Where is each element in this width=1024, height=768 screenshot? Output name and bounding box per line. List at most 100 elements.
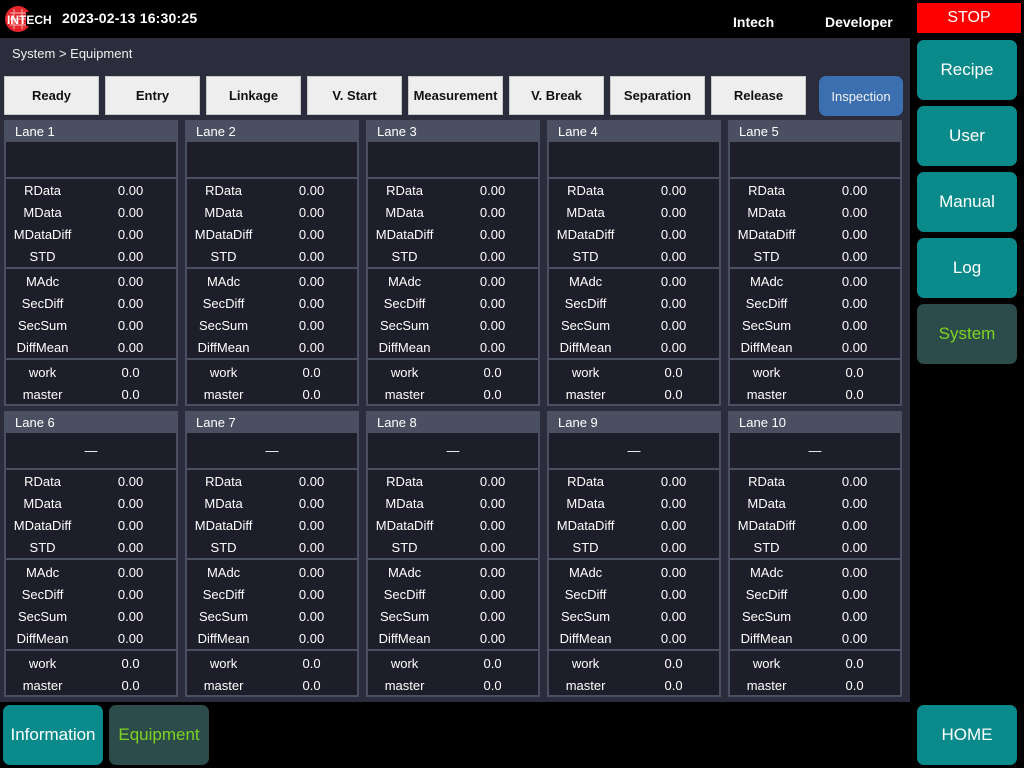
metric-row: SecDiff 0.00 xyxy=(730,292,900,314)
sidebar-item-recipe[interactable]: Recipe xyxy=(917,40,1017,100)
metric-row: RData 0.00 xyxy=(730,470,900,492)
metric-label: MAdc xyxy=(387,564,422,580)
metric-value: 0.00 xyxy=(298,339,325,355)
lane-metric-group: MAdc 0.00 SecDiff 0.00 SecSum 0.00 DiffMean 0.0… xyxy=(730,560,900,651)
metric-row: DiffMean 0.00 xyxy=(6,627,176,649)
metric-row: STD 0.00 xyxy=(549,245,719,267)
metric-label: work xyxy=(209,364,238,380)
metric-row: MData 0.00 xyxy=(187,201,357,223)
metric-row: master 0.0 xyxy=(368,674,538,696)
metric-value: 0.00 xyxy=(660,564,687,580)
lane-status xyxy=(6,142,176,179)
stop-button[interactable]: STOP xyxy=(917,3,1021,33)
metric-row: MAdc 0.00 xyxy=(368,270,538,292)
metric-row: RData 0.00 xyxy=(368,470,538,492)
metric-value: 0.00 xyxy=(479,495,506,511)
lane-status: — xyxy=(368,433,538,470)
metric-label: SecSum xyxy=(560,317,611,333)
metric-value: 0.00 xyxy=(841,586,868,602)
metric-row: MData 0.00 xyxy=(6,492,176,514)
metric-label: MData xyxy=(566,204,605,220)
metric-label: MAdc xyxy=(25,273,60,289)
step-v-start-button[interactable]: V. Start xyxy=(307,76,402,115)
metric-value: 0.00 xyxy=(298,317,325,333)
home-button[interactable]: HOME xyxy=(917,705,1017,765)
metric-row: STD 0.00 xyxy=(368,245,538,267)
sidebar-item-system[interactable]: System xyxy=(917,304,1017,364)
metric-value: 0.00 xyxy=(479,608,506,624)
lane-metric-group: RData 0.00 MData 0.00 MDataDiff 0.00 STD 0.00 xyxy=(368,470,538,560)
metric-row: work 0.0 xyxy=(730,652,900,674)
metric-value: 0.00 xyxy=(117,608,144,624)
metric-label: MDataDiff xyxy=(194,517,253,533)
metric-label: MDataDiff xyxy=(194,226,253,242)
tab-information[interactable]: Information xyxy=(3,705,103,765)
metric-value: 0.00 xyxy=(117,295,144,311)
lane-metric-group: work 0.0 master 0.0 xyxy=(187,360,357,405)
step-measurement-button[interactable]: Measurement xyxy=(408,76,503,115)
metric-label: SecDiff xyxy=(564,295,607,311)
metric-label: work xyxy=(28,655,57,671)
metric-row: RData 0.00 xyxy=(6,470,176,492)
metric-label: master xyxy=(22,386,63,402)
metric-row: DiffMean 0.00 xyxy=(730,336,900,358)
step-ready-button[interactable]: Ready xyxy=(4,76,99,115)
metric-label: MData xyxy=(23,495,62,511)
lane-metric-group: work 0.0 master 0.0 xyxy=(6,360,176,405)
metric-row: MAdc 0.00 xyxy=(187,561,357,583)
metric-value: 0.00 xyxy=(117,586,144,602)
metric-row: STD 0.00 xyxy=(6,245,176,267)
metric-value: 0.0 xyxy=(121,677,140,693)
step-entry-button[interactable]: Entry xyxy=(105,76,200,115)
top-bar: INTECH 2023-02-13 16:30:25 Intech Develo… xyxy=(0,0,910,38)
metric-value: 0.00 xyxy=(298,517,325,533)
metric-value: 0.0 xyxy=(483,364,502,380)
step-separation-button[interactable]: Separation xyxy=(610,76,705,115)
metric-value: 0.0 xyxy=(664,386,683,402)
lane-metric-group: work 0.0 master 0.0 xyxy=(549,360,719,405)
metric-row: SecDiff 0.00 xyxy=(730,583,900,605)
metric-row: RData 0.00 xyxy=(187,470,357,492)
metric-value: 0.00 xyxy=(117,630,144,646)
metric-value: 0.00 xyxy=(479,204,506,220)
sidebar-item-manual[interactable]: Manual xyxy=(917,172,1017,232)
lane-metric-group: RData 0.00 MData 0.00 MDataDiff 0.00 STD 0.00 xyxy=(368,179,538,269)
metric-label: SecSum xyxy=(379,608,430,624)
step-v-break-button[interactable]: V. Break xyxy=(509,76,604,115)
metric-value: 0.00 xyxy=(298,182,325,198)
metric-row: MAdc 0.00 xyxy=(6,270,176,292)
lane-metric-group: MAdc 0.00 SecDiff 0.00 SecSum 0.00 DiffMean 0.0… xyxy=(368,269,538,360)
tab-equipment[interactable]: Equipment xyxy=(109,705,209,765)
lane-metric-group: MAdc 0.00 SecDiff 0.00 SecSum 0.00 DiffMean 0.0… xyxy=(187,560,357,651)
metric-label: DiffMean xyxy=(197,339,250,355)
metric-row: MData 0.00 xyxy=(549,201,719,223)
metric-row: MDataDiff 0.00 xyxy=(187,223,357,245)
lane-status xyxy=(549,142,719,179)
lane-metric-group: MAdc 0.00 SecDiff 0.00 SecSum 0.00 DiffMean 0.0… xyxy=(730,269,900,360)
metric-label: master xyxy=(384,386,425,402)
metric-row: STD 0.00 xyxy=(368,536,538,558)
metric-row: STD 0.00 xyxy=(549,536,719,558)
lane-metric-group: work 0.0 master 0.0 xyxy=(730,360,900,405)
sidebar-item-log[interactable]: Log xyxy=(917,238,1017,298)
metric-row: MData 0.00 xyxy=(368,492,538,514)
metric-row: MData 0.00 xyxy=(730,201,900,223)
metric-label: MAdc xyxy=(25,564,60,580)
sidebar-item-user[interactable]: User xyxy=(917,106,1017,166)
lane-title: Lane 1 xyxy=(6,122,176,142)
metric-value: 0.0 xyxy=(302,364,321,380)
step-linkage-button[interactable]: Linkage xyxy=(206,76,301,115)
lane-metric-group: MAdc 0.00 SecDiff 0.00 SecSum 0.00 DiffMean 0.0… xyxy=(549,269,719,360)
metric-label: RData xyxy=(24,182,61,198)
lane-panel: Lane 2 RData 0.00 MData 0.00 MDataDiff 0.00 STD… xyxy=(185,120,359,406)
metric-row: work 0.0 xyxy=(6,361,176,383)
metric-row: STD 0.00 xyxy=(6,536,176,558)
metric-label: STD xyxy=(210,248,237,264)
metric-label: DiffMean xyxy=(378,339,431,355)
metric-label: MDataDiff xyxy=(737,517,796,533)
lane-title: Lane 4 xyxy=(549,122,719,142)
inspection-button[interactable]: Inspection xyxy=(819,76,903,116)
metric-value: 0.0 xyxy=(483,677,502,693)
step-release-button[interactable]: Release xyxy=(711,76,806,115)
metric-row: RData 0.00 xyxy=(549,179,719,201)
